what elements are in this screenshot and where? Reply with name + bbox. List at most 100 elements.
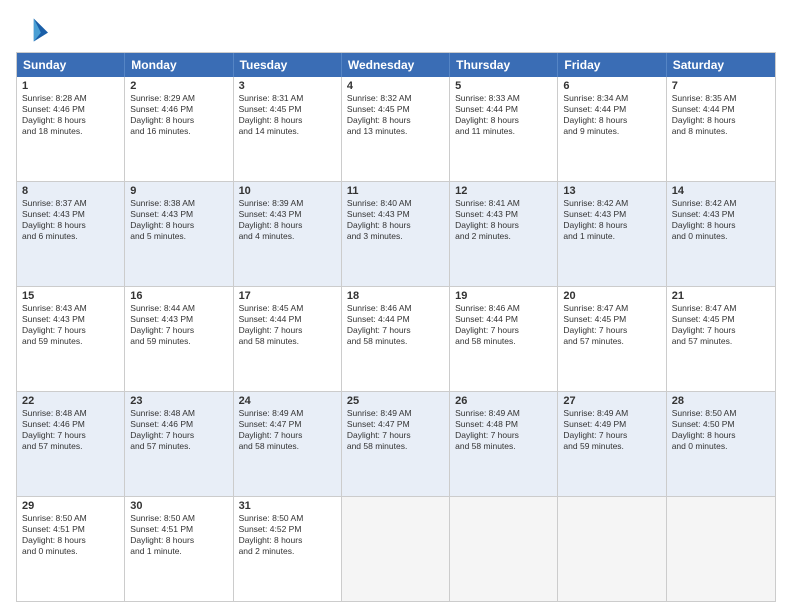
day-info: Sunrise: 8:44 AMSunset: 4:43 PMDaylight:… <box>130 303 227 347</box>
day-info: Sunrise: 8:29 AMSunset: 4:46 PMDaylight:… <box>130 93 227 137</box>
day-cell-11: 11Sunrise: 8:40 AMSunset: 4:43 PMDayligh… <box>342 182 450 286</box>
day-info: Sunrise: 8:41 AMSunset: 4:43 PMDaylight:… <box>455 198 552 242</box>
day-number: 17 <box>239 290 336 302</box>
day-info: Sunrise: 8:28 AMSunset: 4:46 PMDaylight:… <box>22 93 119 137</box>
header-day-sunday: Sunday <box>17 53 125 77</box>
calendar-body: 1Sunrise: 8:28 AMSunset: 4:46 PMDaylight… <box>17 77 775 601</box>
day-info: Sunrise: 8:31 AMSunset: 4:45 PMDaylight:… <box>239 93 336 137</box>
day-info: Sunrise: 8:34 AMSunset: 4:44 PMDaylight:… <box>563 93 660 137</box>
header <box>16 16 776 44</box>
day-cell-17: 17Sunrise: 8:45 AMSunset: 4:44 PMDayligh… <box>234 287 342 391</box>
day-cell-15: 15Sunrise: 8:43 AMSunset: 4:43 PMDayligh… <box>17 287 125 391</box>
day-cell-18: 18Sunrise: 8:46 AMSunset: 4:44 PMDayligh… <box>342 287 450 391</box>
logo-icon <box>16 16 48 44</box>
day-number: 1 <box>22 80 119 92</box>
day-cell-20: 20Sunrise: 8:47 AMSunset: 4:45 PMDayligh… <box>558 287 666 391</box>
header-day-wednesday: Wednesday <box>342 53 450 77</box>
day-info: Sunrise: 8:46 AMSunset: 4:44 PMDaylight:… <box>455 303 552 347</box>
day-cell-10: 10Sunrise: 8:39 AMSunset: 4:43 PMDayligh… <box>234 182 342 286</box>
day-info: Sunrise: 8:47 AMSunset: 4:45 PMDaylight:… <box>672 303 770 347</box>
day-cell-3: 3Sunrise: 8:31 AMSunset: 4:45 PMDaylight… <box>234 77 342 181</box>
day-number: 20 <box>563 290 660 302</box>
day-number: 12 <box>455 185 552 197</box>
calendar-row-3: 15Sunrise: 8:43 AMSunset: 4:43 PMDayligh… <box>17 286 775 391</box>
day-info: Sunrise: 8:33 AMSunset: 4:44 PMDaylight:… <box>455 93 552 137</box>
calendar-row-4: 22Sunrise: 8:48 AMSunset: 4:46 PMDayligh… <box>17 391 775 496</box>
day-cell-31: 31Sunrise: 8:50 AMSunset: 4:52 PMDayligh… <box>234 497 342 601</box>
day-info: Sunrise: 8:50 AMSunset: 4:50 PMDaylight:… <box>672 408 770 452</box>
day-number: 16 <box>130 290 227 302</box>
day-cell-29: 29Sunrise: 8:50 AMSunset: 4:51 PMDayligh… <box>17 497 125 601</box>
day-cell-23: 23Sunrise: 8:48 AMSunset: 4:46 PMDayligh… <box>125 392 233 496</box>
day-cell-2: 2Sunrise: 8:29 AMSunset: 4:46 PMDaylight… <box>125 77 233 181</box>
day-cell-19: 19Sunrise: 8:46 AMSunset: 4:44 PMDayligh… <box>450 287 558 391</box>
day-info: Sunrise: 8:50 AMSunset: 4:51 PMDaylight:… <box>22 513 119 557</box>
day-cell-1: 1Sunrise: 8:28 AMSunset: 4:46 PMDaylight… <box>17 77 125 181</box>
day-info: Sunrise: 8:45 AMSunset: 4:44 PMDaylight:… <box>239 303 336 347</box>
day-info: Sunrise: 8:39 AMSunset: 4:43 PMDaylight:… <box>239 198 336 242</box>
day-number: 28 <box>672 395 770 407</box>
header-day-saturday: Saturday <box>667 53 775 77</box>
day-cell-12: 12Sunrise: 8:41 AMSunset: 4:43 PMDayligh… <box>450 182 558 286</box>
day-info: Sunrise: 8:43 AMSunset: 4:43 PMDaylight:… <box>22 303 119 347</box>
day-info: Sunrise: 8:48 AMSunset: 4:46 PMDaylight:… <box>22 408 119 452</box>
day-number: 29 <box>22 500 119 512</box>
header-day-thursday: Thursday <box>450 53 558 77</box>
day-info: Sunrise: 8:47 AMSunset: 4:45 PMDaylight:… <box>563 303 660 347</box>
day-info: Sunrise: 8:40 AMSunset: 4:43 PMDaylight:… <box>347 198 444 242</box>
day-number: 22 <box>22 395 119 407</box>
day-number: 27 <box>563 395 660 407</box>
day-cell-4: 4Sunrise: 8:32 AMSunset: 4:45 PMDaylight… <box>342 77 450 181</box>
day-number: 13 <box>563 185 660 197</box>
day-cell-26: 26Sunrise: 8:49 AMSunset: 4:48 PMDayligh… <box>450 392 558 496</box>
calendar-header: SundayMondayTuesdayWednesdayThursdayFrid… <box>17 53 775 77</box>
day-cell-16: 16Sunrise: 8:44 AMSunset: 4:43 PMDayligh… <box>125 287 233 391</box>
day-info: Sunrise: 8:46 AMSunset: 4:44 PMDaylight:… <box>347 303 444 347</box>
day-number: 10 <box>239 185 336 197</box>
day-cell-24: 24Sunrise: 8:49 AMSunset: 4:47 PMDayligh… <box>234 392 342 496</box>
logo <box>16 16 52 44</box>
day-number: 14 <box>672 185 770 197</box>
day-number: 6 <box>563 80 660 92</box>
day-number: 21 <box>672 290 770 302</box>
day-info: Sunrise: 8:35 AMSunset: 4:44 PMDaylight:… <box>672 93 770 137</box>
day-number: 11 <box>347 185 444 197</box>
empty-cell <box>667 497 775 601</box>
day-info: Sunrise: 8:49 AMSunset: 4:47 PMDaylight:… <box>347 408 444 452</box>
day-info: Sunrise: 8:42 AMSunset: 4:43 PMDaylight:… <box>563 198 660 242</box>
day-info: Sunrise: 8:50 AMSunset: 4:51 PMDaylight:… <box>130 513 227 557</box>
day-cell-28: 28Sunrise: 8:50 AMSunset: 4:50 PMDayligh… <box>667 392 775 496</box>
page: SundayMondayTuesdayWednesdayThursdayFrid… <box>0 0 792 612</box>
empty-cell <box>342 497 450 601</box>
day-cell-9: 9Sunrise: 8:38 AMSunset: 4:43 PMDaylight… <box>125 182 233 286</box>
day-number: 8 <box>22 185 119 197</box>
header-day-friday: Friday <box>558 53 666 77</box>
day-number: 19 <box>455 290 552 302</box>
day-info: Sunrise: 8:32 AMSunset: 4:45 PMDaylight:… <box>347 93 444 137</box>
day-info: Sunrise: 8:49 AMSunset: 4:47 PMDaylight:… <box>239 408 336 452</box>
day-number: 23 <box>130 395 227 407</box>
day-cell-14: 14Sunrise: 8:42 AMSunset: 4:43 PMDayligh… <box>667 182 775 286</box>
day-number: 3 <box>239 80 336 92</box>
day-number: 2 <box>130 80 227 92</box>
day-info: Sunrise: 8:38 AMSunset: 4:43 PMDaylight:… <box>130 198 227 242</box>
day-number: 5 <box>455 80 552 92</box>
day-info: Sunrise: 8:49 AMSunset: 4:48 PMDaylight:… <box>455 408 552 452</box>
day-number: 30 <box>130 500 227 512</box>
day-number: 7 <box>672 80 770 92</box>
empty-cell <box>558 497 666 601</box>
day-cell-22: 22Sunrise: 8:48 AMSunset: 4:46 PMDayligh… <box>17 392 125 496</box>
day-number: 25 <box>347 395 444 407</box>
day-cell-5: 5Sunrise: 8:33 AMSunset: 4:44 PMDaylight… <box>450 77 558 181</box>
empty-cell <box>450 497 558 601</box>
header-day-monday: Monday <box>125 53 233 77</box>
day-info: Sunrise: 8:37 AMSunset: 4:43 PMDaylight:… <box>22 198 119 242</box>
day-cell-6: 6Sunrise: 8:34 AMSunset: 4:44 PMDaylight… <box>558 77 666 181</box>
day-number: 18 <box>347 290 444 302</box>
day-info: Sunrise: 8:42 AMSunset: 4:43 PMDaylight:… <box>672 198 770 242</box>
calendar-row-1: 1Sunrise: 8:28 AMSunset: 4:46 PMDaylight… <box>17 77 775 181</box>
day-cell-8: 8Sunrise: 8:37 AMSunset: 4:43 PMDaylight… <box>17 182 125 286</box>
day-cell-30: 30Sunrise: 8:50 AMSunset: 4:51 PMDayligh… <box>125 497 233 601</box>
day-number: 9 <box>130 185 227 197</box>
day-info: Sunrise: 8:50 AMSunset: 4:52 PMDaylight:… <box>239 513 336 557</box>
